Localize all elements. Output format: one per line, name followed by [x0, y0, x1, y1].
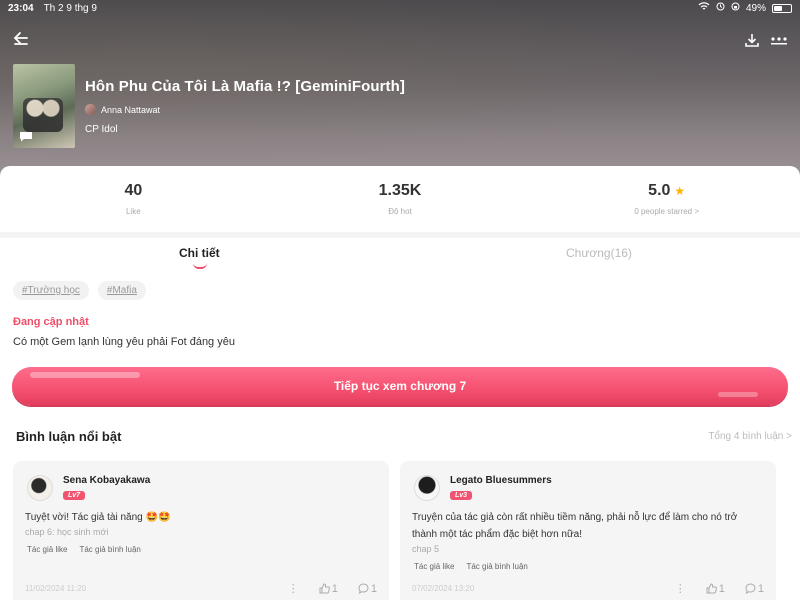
avatar[interactable] — [414, 475, 440, 501]
back-button[interactable] — [12, 30, 30, 48]
comment-icon — [358, 583, 369, 594]
story-category: CP Idol — [85, 124, 118, 135]
stats-card: 40 Like 1.35K Độ hot 5.0 ★ 0 people starr… — [0, 166, 800, 232]
thumbs-up-icon — [319, 583, 330, 594]
comment-date: 07/02/2024 13:20 — [412, 584, 475, 593]
status-date: Th 2 9 thg 9 — [43, 2, 97, 14]
stat-likes: 40 Like — [0, 166, 267, 232]
author-liked-chip: Tác giả like — [27, 545, 68, 554]
level-badge: Lv7 — [63, 491, 86, 500]
author-replied-chip: Tác giả bình luận — [79, 545, 141, 554]
story-cover-image[interactable] — [13, 64, 75, 148]
tab-chapters[interactable]: Chương(16) — [566, 246, 632, 260]
like-count: 1 — [331, 582, 338, 595]
comment-icon — [745, 583, 756, 594]
lock-rotation-icon — [731, 2, 740, 14]
story-description: Có một Gem lạnh lùng yêu phải Fot đáng y… — [13, 336, 235, 348]
tag-school[interactable]: #Trường học — [13, 281, 89, 300]
featured-comments-title: Bình luận nổi bật — [16, 429, 122, 444]
status-bar: 23:04 Th 2 9 thg 9 49% — [0, 0, 800, 16]
author-name: Anna Nattawat — [101, 104, 161, 115]
update-status: Đang cập nhật — [13, 316, 89, 328]
active-tab-indicator — [193, 263, 207, 269]
like-count: 1 — [718, 582, 725, 595]
stat-rating[interactable]: 5.0 ★ 0 people starred > — [533, 166, 800, 232]
author-interaction-chips: Tác giả like Tác giả bình luận — [414, 562, 528, 571]
download-button[interactable] — [744, 32, 760, 48]
chat-bubble-icon — [20, 132, 32, 142]
comment-actions: ⋮ 1 1 — [288, 582, 377, 596]
more-options-button[interactable] — [770, 32, 788, 46]
tag-mafia[interactable]: #Mafia — [97, 281, 146, 300]
battery-fill — [774, 5, 782, 11]
author-replied-chip: Tác giả bình luận — [466, 562, 528, 571]
reply-button[interactable]: 1 — [745, 583, 764, 595]
tab-details[interactable]: Chi tiết — [179, 246, 220, 260]
battery-percent: 49% — [745, 2, 766, 14]
thumbs-up-icon — [706, 583, 717, 594]
rating-value: 5.0 — [648, 182, 671, 199]
commenter-name[interactable]: Sena Kobayakawa — [63, 475, 150, 486]
comment-chapter: chap 5 — [412, 544, 440, 554]
reply-button[interactable]: 1 — [358, 583, 377, 595]
battery-icon — [772, 3, 792, 13]
tag-list: #Trường học #Mafia — [13, 281, 146, 300]
like-button[interactable]: 1 — [706, 583, 725, 595]
reply-count: 1 — [370, 582, 377, 595]
story-title: Hôn Phu Của Tôi Là Mafia !? [GeminiFourt… — [85, 78, 406, 95]
stat-hotness: 1.35K Độ hot — [267, 166, 534, 232]
avatar[interactable] — [27, 475, 53, 501]
comment-card[interactable]: Sena Kobayakawa Lv7 Tuyệt vời! Tác giả t… — [13, 461, 389, 600]
author-avatar — [85, 104, 96, 115]
comment-options-button[interactable]: ⋮ — [288, 582, 299, 595]
comment-options-button[interactable]: ⋮ — [675, 582, 686, 595]
cover-figures — [23, 98, 63, 132]
reply-count: 1 — [757, 582, 764, 595]
author-link[interactable]: Anna Nattawat — [85, 104, 160, 115]
comment-chapter: chap 6: học sinh mới — [25, 527, 109, 537]
arrow-left-icon — [13, 32, 28, 45]
commenter-name[interactable]: Legato Bluesummers — [450, 475, 552, 486]
download-icon — [745, 34, 759, 47]
wifi-icon — [698, 2, 710, 14]
level-badge: Lv3 — [450, 491, 473, 500]
comment-text: Truyện của tác giả còn rất nhiều tiềm nă… — [412, 512, 738, 540]
alarm-icon — [716, 2, 725, 14]
comments-list: Sena Kobayakawa Lv7 Tuyệt vời! Tác giả t… — [13, 461, 776, 600]
comment-card[interactable]: Legato Bluesummers Lv3 Truyện của tác gi… — [400, 461, 776, 600]
continue-reading-label: Tiếp tục xem chương 7 — [333, 379, 467, 393]
all-comments-link[interactable]: Tổng 4 bình luận > — [708, 431, 792, 442]
more-dots-icon — [771, 37, 787, 45]
like-button[interactable]: 1 — [319, 583, 338, 595]
likes-value: 40 — [124, 182, 143, 199]
hotness-value: 1.35K — [378, 182, 422, 199]
star-icon: ★ — [674, 184, 686, 198]
author-liked-chip: Tác giả like — [414, 562, 455, 571]
author-interaction-chips: Tác giả like Tác giả bình luận — [27, 545, 141, 554]
tab-bar: Chi tiết Chương(16) — [0, 238, 800, 272]
status-icons: 49% — [698, 2, 792, 14]
rating-label: 0 people starred > — [634, 207, 700, 216]
hotness-label: Độ hot — [388, 207, 412, 216]
continue-reading-button[interactable]: Tiếp tục xem chương 7 — [12, 367, 788, 405]
comment-actions: ⋮ 1 1 — [675, 582, 764, 596]
status-time: 23:04 — [8, 2, 34, 14]
comment-date: 11/02/2024 11:20 — [25, 584, 87, 593]
comment-text: Tuyệt vời! Tác giả tài năng 🤩🤩 — [25, 512, 171, 523]
likes-label: Like — [125, 207, 141, 216]
